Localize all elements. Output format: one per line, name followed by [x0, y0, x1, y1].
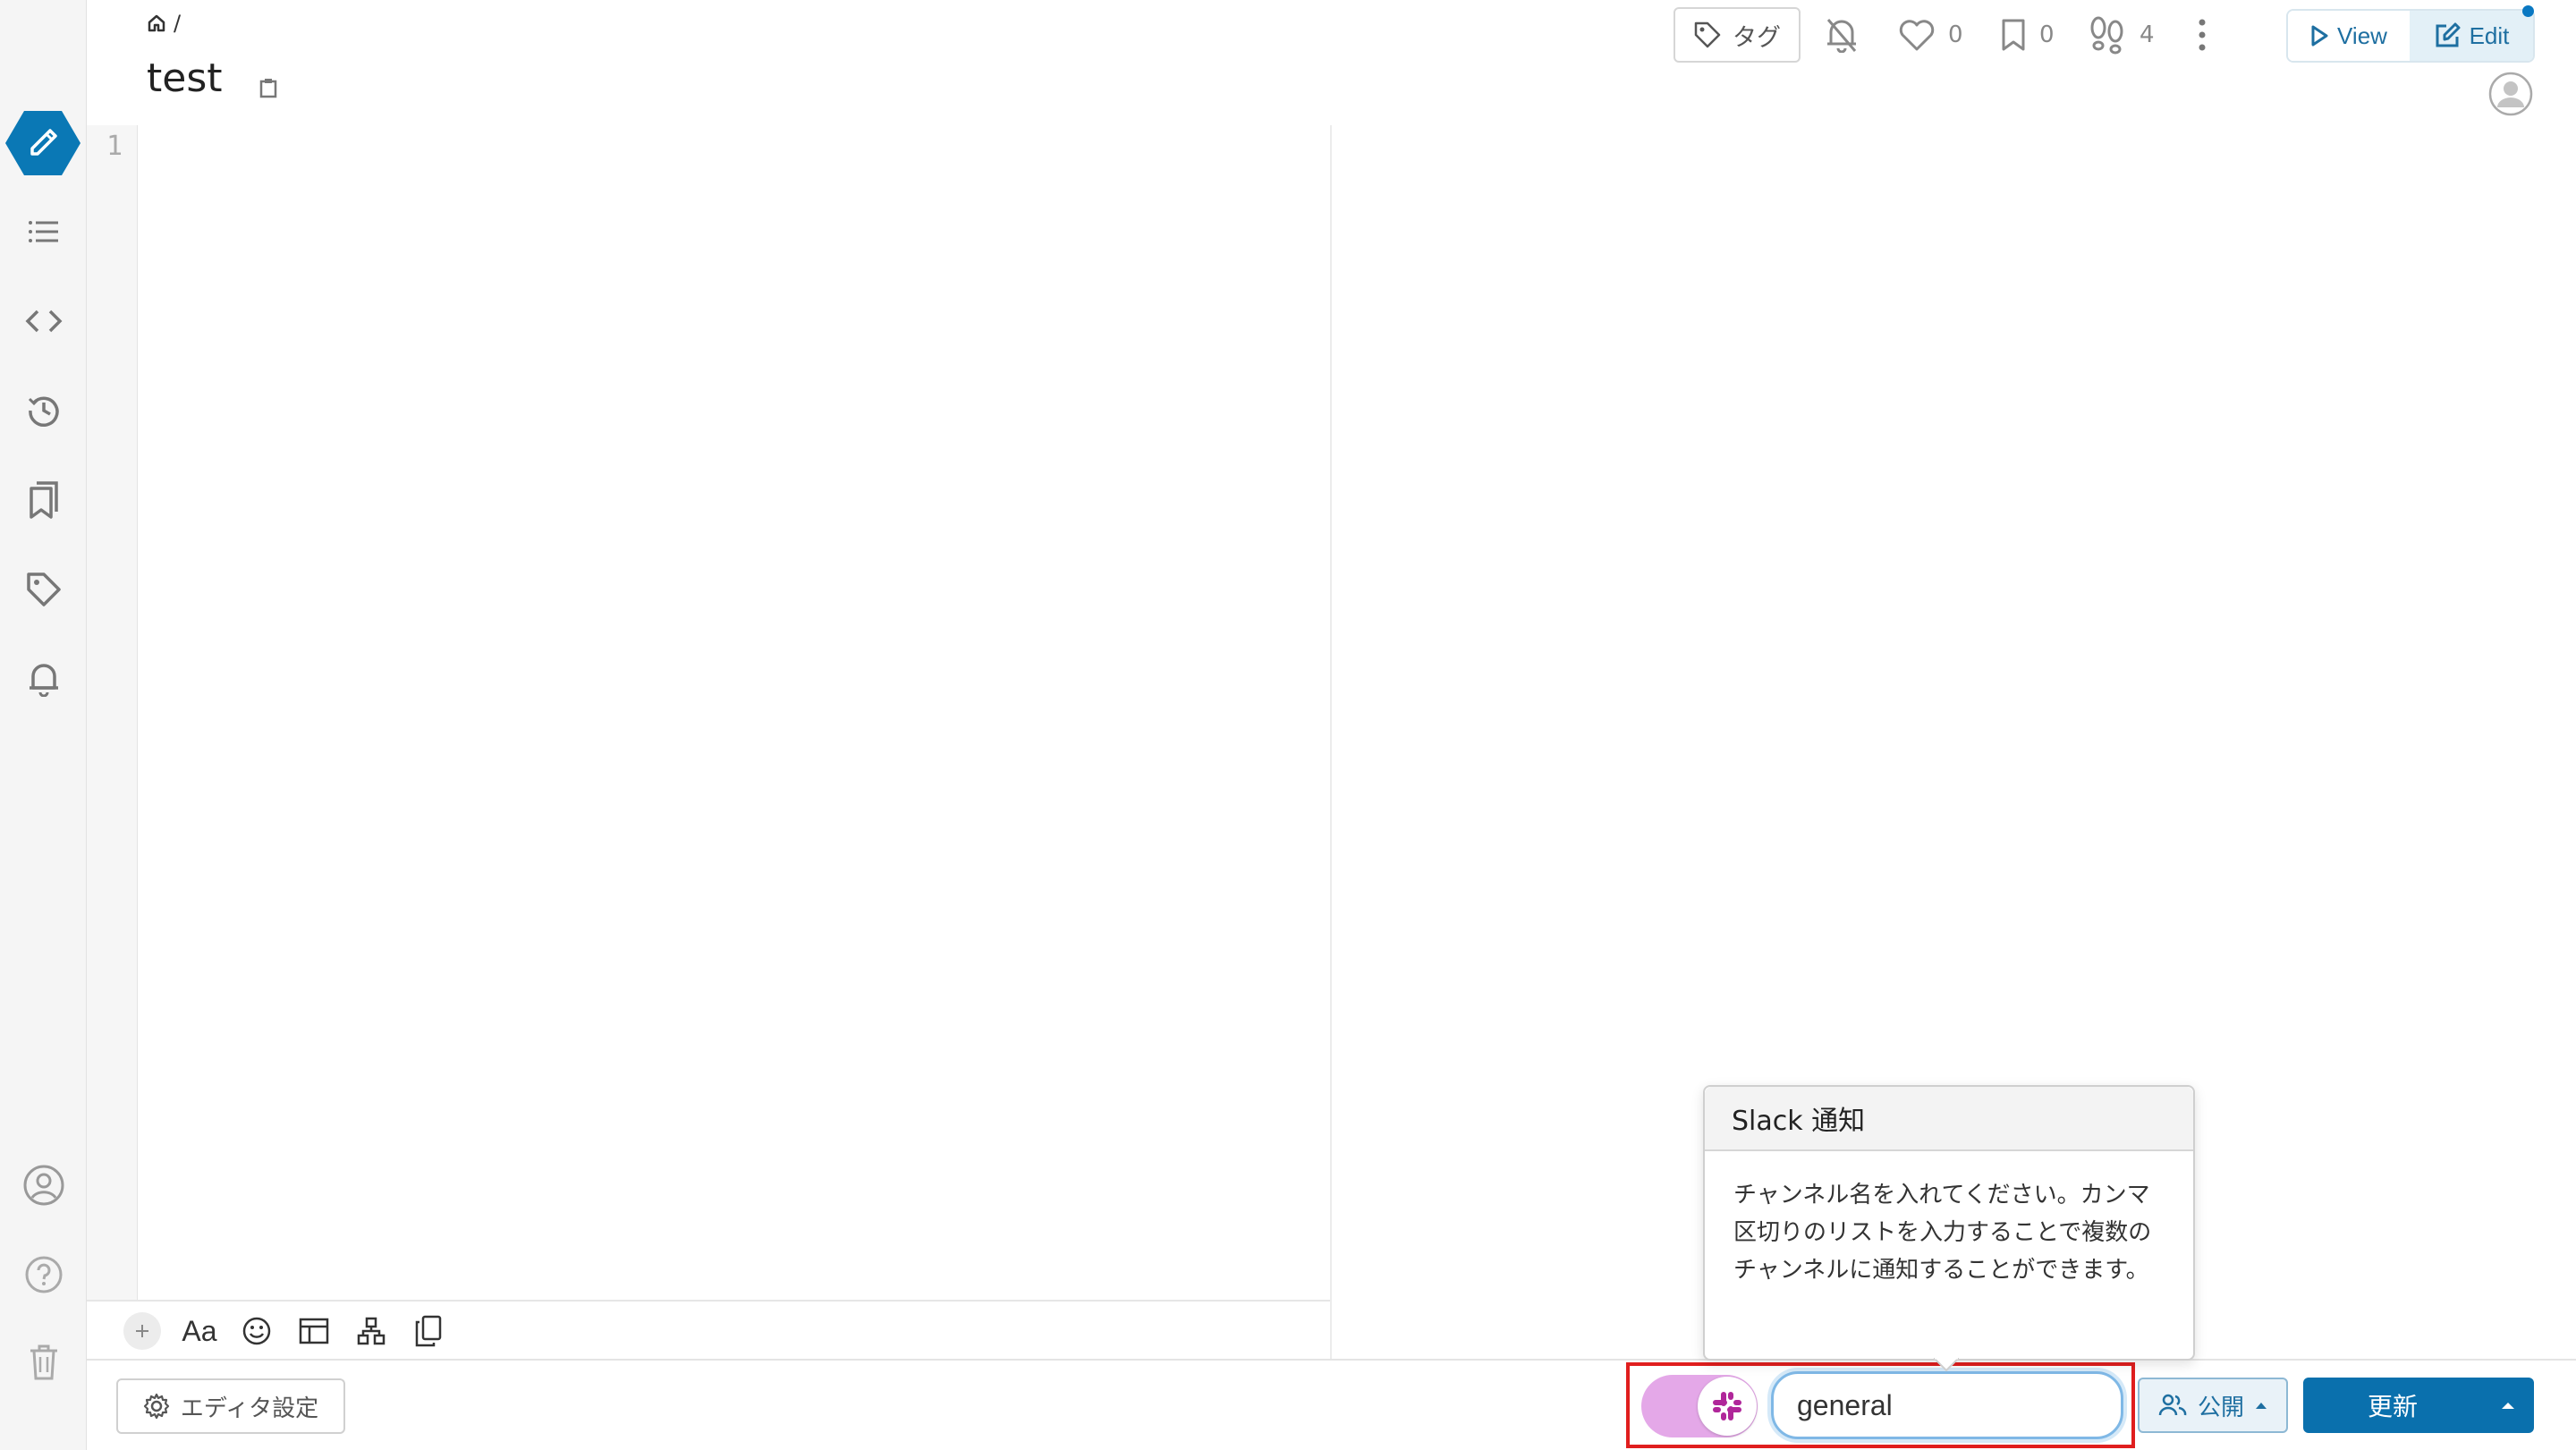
tag-button-label: タグ	[1733, 23, 1781, 52]
list-icon[interactable]	[21, 209, 66, 254]
unsubscribe-button[interactable]	[1825, 14, 1859, 55]
help-icon[interactable]	[21, 1252, 66, 1297]
edit-icon	[2434, 22, 2461, 49]
home-icon[interactable]	[147, 13, 166, 33]
popover-body: チャンネル名を入れてください。カンマ区切りのリストを入力することで複数のチャンネ…	[1733, 1182, 2152, 1284]
code-icon[interactable]	[21, 299, 66, 343]
bookmark-count: 0	[2039, 21, 2055, 48]
sidebar	[0, 0, 87, 1450]
table-icon	[299, 1317, 329, 1345]
clipboard-icon[interactable]	[258, 77, 279, 98]
popover-arrow	[1934, 1358, 1959, 1372]
highlight-box	[1626, 1362, 2135, 1448]
view-edit-toggle: View Edit	[2286, 9, 2535, 63]
text-format-button[interactable]: Aa	[171, 1306, 228, 1356]
tag-icon[interactable]	[21, 567, 66, 612]
tag-button[interactable]: タグ	[1674, 7, 1801, 63]
users-icon	[2158, 1393, 2187, 1418]
diagram-button[interactable]	[343, 1306, 400, 1356]
editor-gutter	[87, 125, 138, 1302]
view-button[interactable]: View	[2288, 11, 2410, 61]
edit-button-label: Edit	[2469, 21, 2510, 49]
gear-icon	[143, 1393, 170, 1420]
breadcrumb-separator: /	[174, 11, 182, 36]
tag-icon	[1693, 21, 1722, 49]
bookmarks-icon[interactable]	[21, 478, 66, 522]
caret-up-icon	[2255, 1401, 2267, 1410]
visibility-button[interactable]: 公開	[2138, 1378, 2288, 1433]
text-format-label: Aa	[182, 1314, 217, 1347]
like-button[interactable]: 0	[1898, 14, 1963, 55]
bell-off-icon	[1825, 17, 1859, 53]
seen-count: 4	[2140, 21, 2155, 48]
history-icon[interactable]	[21, 388, 66, 433]
visibility-label: 公開	[2197, 1394, 2244, 1421]
plus-icon	[123, 1312, 161, 1350]
update-dropdown-icon[interactable]	[2482, 1401, 2534, 1410]
user-avatar[interactable]	[2488, 72, 2533, 116]
attach-button[interactable]	[114, 1306, 171, 1356]
like-count: 0	[1948, 21, 1963, 48]
bell-icon[interactable]	[21, 657, 66, 701]
user-circle-icon[interactable]	[21, 1163, 66, 1208]
more-options-button[interactable]	[2197, 14, 2207, 55]
smiley-icon	[242, 1316, 272, 1346]
update-button[interactable]: 更新	[2303, 1378, 2534, 1433]
notification-dot	[2522, 5, 2534, 17]
template-button[interactable]	[400, 1306, 457, 1356]
table-button[interactable]	[285, 1306, 343, 1356]
trash-icon[interactable]	[21, 1340, 66, 1385]
seen-users-button[interactable]: 4	[2088, 14, 2155, 55]
editor-settings-button[interactable]: エディタ設定	[116, 1378, 345, 1434]
play-icon	[2310, 25, 2328, 47]
edit-button[interactable]: Edit	[2410, 11, 2533, 61]
editor-toolbar: Aa	[87, 1300, 1330, 1361]
copy-icon	[415, 1315, 442, 1347]
diagram-icon	[357, 1317, 386, 1345]
line-number: 1	[106, 131, 123, 162]
footprints-icon	[2088, 15, 2127, 55]
more-vertical-icon	[2197, 19, 2207, 51]
emoji-button[interactable]	[228, 1306, 285, 1356]
editor-settings-label: エディタ設定	[180, 1395, 319, 1422]
popover-title: Slack 通知	[1705, 1087, 2193, 1151]
bookmark-icon	[2000, 18, 2027, 52]
edit-mode-icon[interactable]	[5, 109, 80, 177]
heart-icon	[1898, 18, 1936, 52]
view-button-label: View	[2337, 21, 2387, 49]
editor-text-area[interactable]	[139, 125, 1330, 1300]
page-title: test	[147, 55, 223, 101]
update-label: 更新	[2367, 1392, 2418, 1421]
slack-notification-popover: Slack 通知 チャンネル名を入れてください。カンマ区切りのリストを入力するこ…	[1703, 1085, 2195, 1361]
breadcrumb: /	[147, 11, 181, 36]
bookmark-button[interactable]: 0	[2000, 14, 2055, 55]
